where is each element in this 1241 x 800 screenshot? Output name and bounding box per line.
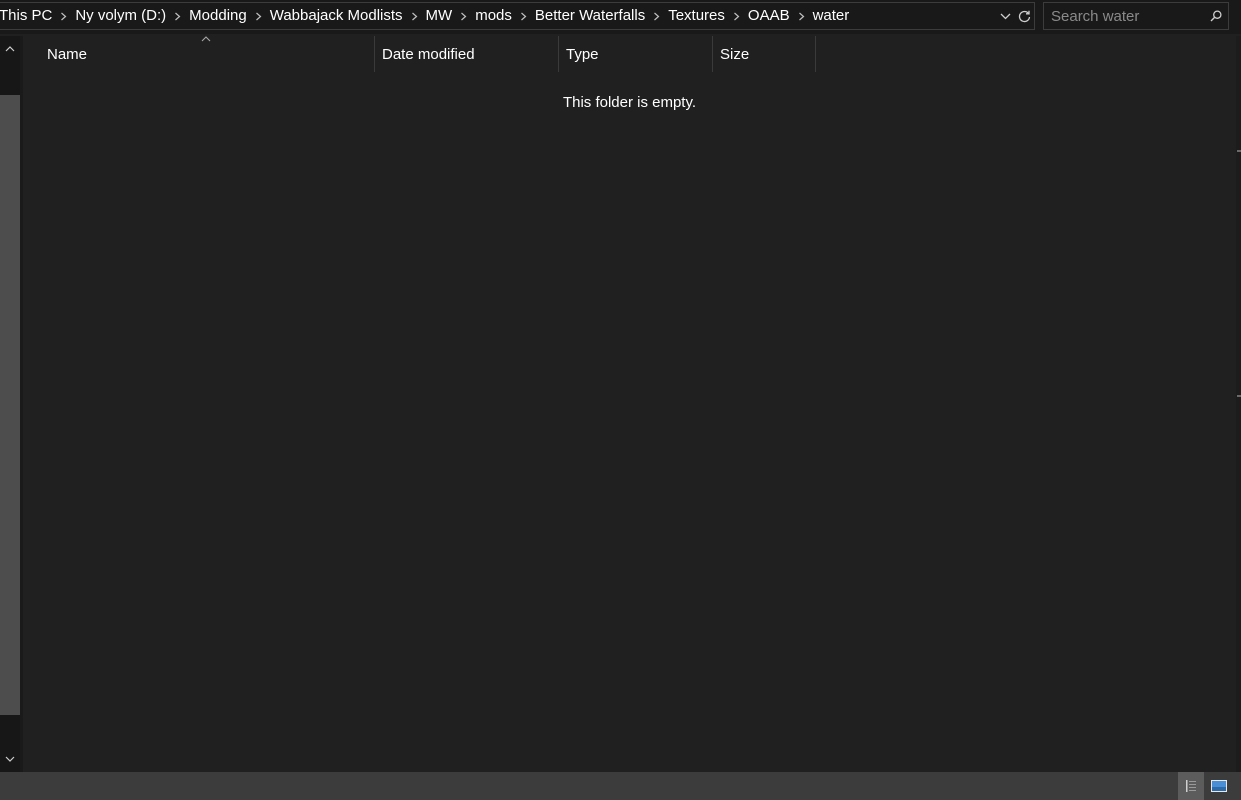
navigation-bar: This PC Ny volym (D:) Modding Wabbajack … xyxy=(0,0,1241,34)
search-icon[interactable] xyxy=(1204,3,1228,29)
large-icons-view-button[interactable] xyxy=(1206,772,1232,800)
breadcrumb-item-wabbajack-modlists[interactable]: Wabbajack Modlists xyxy=(266,3,407,29)
column-header-size[interactable]: Size xyxy=(713,36,816,72)
breadcrumb: This PC Ny volym (D:) Modding Wabbajack … xyxy=(0,3,996,29)
column-header-label: Size xyxy=(720,45,750,63)
column-header-name[interactable]: Name xyxy=(23,36,375,72)
status-bar xyxy=(0,772,1241,800)
column-header-type[interactable]: Type xyxy=(559,36,713,72)
breadcrumb-item-mw[interactable]: MW xyxy=(422,3,457,29)
refresh-icon xyxy=(1018,10,1031,22)
address-bar[interactable]: This PC Ny volym (D:) Modding Wabbajack … xyxy=(0,2,1035,30)
file-list[interactable]: Name Date modified Type Size This folder… xyxy=(23,36,1236,772)
breadcrumb-item-textures[interactable]: Textures xyxy=(664,3,729,29)
file-explorer-window: This PC Ny volym (D:) Modding Wabbajack … xyxy=(0,0,1241,800)
scroll-down-button[interactable] xyxy=(0,748,20,770)
breadcrumb-item-better-waterfalls[interactable]: Better Waterfalls xyxy=(531,3,649,29)
search-box[interactable] xyxy=(1043,2,1229,30)
column-header-label: Type xyxy=(566,45,599,63)
chevron-right-icon[interactable] xyxy=(649,3,664,29)
window-edge xyxy=(1236,36,1241,772)
breadcrumb-item-modding[interactable]: Modding xyxy=(185,3,251,29)
chevron-right-icon[interactable] xyxy=(251,3,266,29)
breadcrumb-item-mods[interactable]: mods xyxy=(471,3,516,29)
chevron-right-icon[interactable] xyxy=(170,3,185,29)
breadcrumb-item-oaab[interactable]: OAAB xyxy=(744,3,794,29)
sort-ascending-icon xyxy=(201,36,213,44)
chevron-right-icon[interactable] xyxy=(794,3,809,29)
edge-marker xyxy=(1237,150,1241,152)
large-icons-view-icon xyxy=(1211,780,1227,792)
breadcrumb-item-water[interactable]: water xyxy=(809,3,854,29)
empty-folder-message: This folder is empty. xyxy=(562,94,697,111)
scrollbar-thumb[interactable] xyxy=(0,95,20,715)
chevron-down-icon xyxy=(1000,13,1011,19)
navigation-pane-scrollbar[interactable] xyxy=(0,36,20,772)
edge-marker xyxy=(1237,395,1241,397)
chevron-right-icon[interactable] xyxy=(729,3,744,29)
chevron-right-icon[interactable] xyxy=(407,3,422,29)
column-header-date-modified[interactable]: Date modified xyxy=(375,36,559,72)
details-view-button[interactable] xyxy=(1178,772,1204,800)
breadcrumb-item-ny-volym[interactable]: Ny volym (D:) xyxy=(71,3,170,29)
chevron-right-icon[interactable] xyxy=(516,3,531,29)
column-header-label: Name xyxy=(47,45,88,63)
breadcrumb-item-this-pc[interactable]: This PC xyxy=(0,3,56,29)
details-view-icon xyxy=(1186,780,1196,792)
column-header-label: Date modified xyxy=(382,45,475,63)
chevron-up-icon xyxy=(5,46,15,52)
scroll-up-button[interactable] xyxy=(0,38,20,60)
chevron-down-icon xyxy=(5,756,15,762)
address-dropdown-button[interactable] xyxy=(996,3,1015,29)
search-input[interactable] xyxy=(1044,7,1204,25)
refresh-button[interactable] xyxy=(1015,3,1034,29)
chevron-right-icon[interactable] xyxy=(56,3,71,29)
chevron-right-icon[interactable] xyxy=(456,3,471,29)
